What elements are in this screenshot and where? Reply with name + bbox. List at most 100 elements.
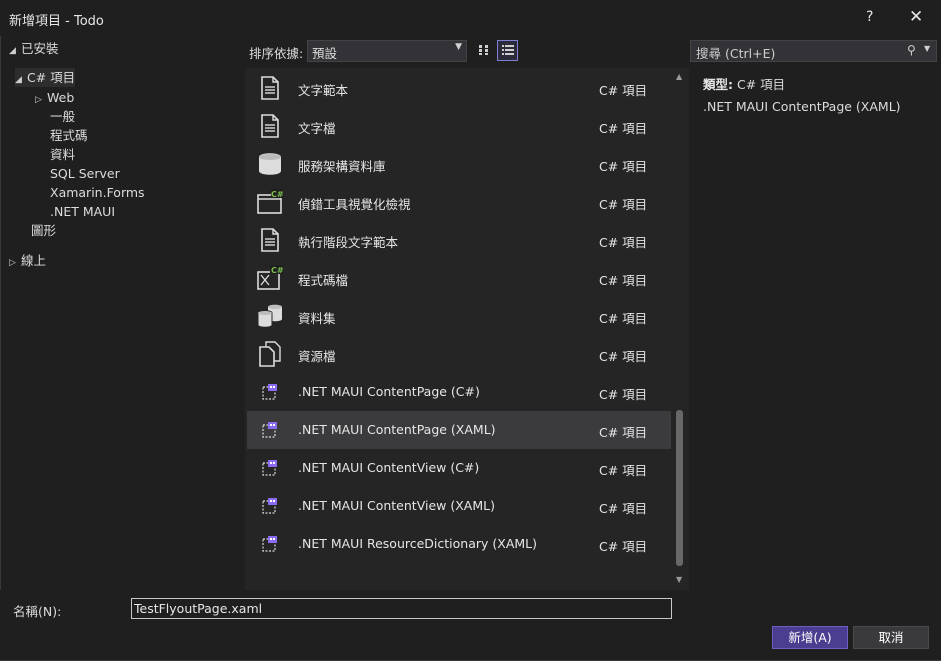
template-list: 文字範本 C# 項目 文字檔 C# 項目 服務架構資料庫 C# 項目 C# 偵錯工具視覺化檢視… bbox=[245, 68, 689, 590]
chevron-down-icon[interactable]: ▼ bbox=[924, 44, 930, 53]
template-name: .NET MAUI ContentView (C#) bbox=[298, 460, 480, 475]
template-type: C# 項目 bbox=[599, 539, 648, 554]
template-name: 程式碼檔 bbox=[298, 273, 349, 288]
scroll-thumb[interactable] bbox=[676, 410, 683, 566]
details-type: 類型: C# 項目 bbox=[703, 74, 901, 93]
bottom-bar: 名稱(N): 新增(A) 取消 bbox=[0, 590, 941, 660]
list-item[interactable]: .NET MAUI ContentView (XAML) C# 項目 bbox=[247, 487, 671, 525]
template-name: .NET MAUI ContentView (XAML) bbox=[298, 498, 495, 513]
expand-icon[interactable]: ▷ bbox=[35, 91, 47, 110]
tree-item-installed[interactable]: ◢ 已安裝 bbox=[9, 39, 59, 58]
sort-dropdown[interactable]: 預設 ▼ bbox=[307, 40, 467, 62]
close-button[interactable]: ✕ bbox=[909, 7, 923, 27]
expand-icon[interactable]: ▷ bbox=[9, 254, 21, 273]
tree-label: C# 項目 bbox=[27, 70, 76, 85]
tree-item-csharp[interactable]: ◢ C# 項目 bbox=[15, 68, 75, 87]
tree-label: 線上 bbox=[21, 253, 47, 268]
search-box[interactable]: 搜尋 (Ctrl+E) ⚲ ▼ bbox=[690, 40, 937, 62]
maui-icon bbox=[257, 379, 283, 405]
template-type: C# 項目 bbox=[599, 197, 648, 212]
add-button[interactable]: 新增(A) bbox=[772, 626, 848, 649]
details-description: .NET MAUI ContentPage (XAML) bbox=[703, 99, 901, 114]
list-item[interactable]: .NET MAUI ResourceDictionary (XAML) C# 項目 bbox=[247, 525, 671, 563]
maui-icon bbox=[257, 493, 283, 519]
category-tree: ◢ 已安裝 ◢ C# 項目 ▷ Web 一般 程式碼 資料 SQL Server Xa… bbox=[0, 36, 242, 590]
window-csharp-icon: C# bbox=[257, 189, 284, 215]
maui-icon bbox=[257, 417, 283, 443]
template-name: 文字檔 bbox=[298, 121, 336, 136]
list-item[interactable]: 資料集 C# 項目 bbox=[247, 297, 671, 335]
template-name: 資料集 bbox=[298, 311, 336, 326]
chevron-down-icon: ▼ bbox=[455, 42, 462, 52]
template-name: 偵錯工具視覺化檢視 bbox=[298, 197, 411, 212]
tree-item-data[interactable]: 資料 bbox=[50, 145, 75, 164]
list-item[interactable]: 資源檔 C# 項目 bbox=[247, 335, 671, 373]
details-panel: 類型: C# 項目 .NET MAUI ContentPage (XAML) bbox=[703, 74, 901, 114]
list-item[interactable]: 文字檔 C# 項目 bbox=[247, 107, 671, 145]
template-type: C# 項目 bbox=[599, 425, 648, 440]
resource-file-icon bbox=[257, 341, 283, 367]
list-item[interactable]: 服務架構資料庫 C# 項目 bbox=[247, 145, 671, 183]
dataset-icon bbox=[257, 303, 283, 329]
template-name: .NET MAUI ResourceDictionary (XAML) bbox=[298, 536, 538, 551]
tree-item-net-maui[interactable]: .NET MAUI bbox=[50, 202, 115, 221]
svg-text:C#: C# bbox=[271, 190, 283, 199]
collapse-icon[interactable]: ◢ bbox=[9, 42, 21, 61]
template-type: C# 項目 bbox=[599, 235, 648, 250]
tree-label: 已安裝 bbox=[21, 41, 59, 56]
list-item[interactable]: .NET MAUI ContentView (C#) C# 項目 bbox=[247, 449, 671, 487]
help-button[interactable]: ? bbox=[866, 9, 873, 25]
name-field[interactable] bbox=[131, 598, 672, 619]
search-icon[interactable]: ⚲ bbox=[907, 43, 916, 57]
template-name: .NET MAUI ContentPage (XAML) bbox=[298, 422, 496, 437]
search-input[interactable]: 搜尋 (Ctrl+E) bbox=[696, 43, 775, 62]
list-item[interactable]: C# 偵錯工具視覺化檢視 C# 項目 bbox=[247, 183, 671, 221]
type-value: C# 項目 bbox=[736, 77, 786, 92]
tree-item-sql-server[interactable]: SQL Server bbox=[50, 164, 120, 183]
list-item[interactable]: 文字範本 C# 項目 bbox=[247, 69, 671, 107]
tree-item-online[interactable]: ▷ 線上 bbox=[9, 251, 46, 270]
template-name: 執行階段文字範本 bbox=[298, 235, 399, 250]
list-item[interactable]: .NET MAUI ContentPage (C#) C# 項目 bbox=[247, 373, 671, 411]
document-icon bbox=[257, 227, 283, 253]
template-type: C# 項目 bbox=[599, 159, 648, 174]
code-file-icon: C# bbox=[257, 265, 284, 291]
list-view-button[interactable] bbox=[497, 40, 518, 61]
scroll-down-icon[interactable]: ▼ bbox=[676, 575, 682, 584]
collapse-icon[interactable]: ◢ bbox=[15, 71, 27, 90]
document-icon bbox=[257, 113, 283, 139]
tree-item-xamarin-forms[interactable]: Xamarin.Forms bbox=[50, 183, 145, 202]
list-item[interactable]: C# 程式碼檔 C# 項目 bbox=[247, 259, 671, 297]
grid-view-button[interactable] bbox=[473, 40, 494, 61]
template-name: 資源檔 bbox=[298, 349, 336, 364]
template-name: 服務架構資料庫 bbox=[298, 159, 386, 174]
maui-icon bbox=[257, 531, 283, 557]
template-type: C# 項目 bbox=[599, 349, 648, 364]
window-title: 新增項目 - Todo bbox=[9, 14, 104, 29]
template-type: C# 項目 bbox=[599, 387, 648, 402]
template-type: C# 項目 bbox=[599, 273, 648, 288]
tree-item-general[interactable]: 一般 bbox=[50, 107, 75, 126]
svg-text:C#: C# bbox=[271, 266, 283, 275]
list-item[interactable]: 執行階段文字範本 C# 項目 bbox=[247, 221, 671, 259]
document-icon bbox=[257, 75, 283, 101]
grid-view-icon bbox=[478, 45, 488, 55]
tree-item-web[interactable]: ▷ Web bbox=[35, 88, 74, 107]
template-name: .NET MAUI ContentPage (C#) bbox=[298, 384, 480, 399]
template-type: C# 項目 bbox=[599, 121, 648, 136]
title-bar: 新增項目 - Todo ? ✕ bbox=[0, 0, 941, 36]
list-view-icon bbox=[501, 45, 514, 55]
maui-icon bbox=[257, 455, 283, 481]
cancel-button[interactable]: 取消 bbox=[853, 626, 929, 649]
sort-label: 排序依據: bbox=[249, 46, 304, 61]
list-item[interactable]: .NET MAUI ContentPage (XAML) C# 項目 bbox=[247, 411, 671, 449]
scroll-up-icon[interactable]: ▲ bbox=[676, 72, 682, 81]
template-type: C# 項目 bbox=[599, 311, 648, 326]
list-scrollbar[interactable]: ▲ ▼ bbox=[673, 68, 687, 590]
tree-item-graphics[interactable]: 圖形 bbox=[31, 221, 56, 240]
database-icon bbox=[257, 151, 283, 177]
template-type: C# 項目 bbox=[599, 463, 648, 478]
sort-value: 預設 bbox=[312, 46, 338, 61]
type-label: 類型: bbox=[703, 77, 733, 92]
tree-item-code[interactable]: 程式碼 bbox=[50, 126, 88, 145]
